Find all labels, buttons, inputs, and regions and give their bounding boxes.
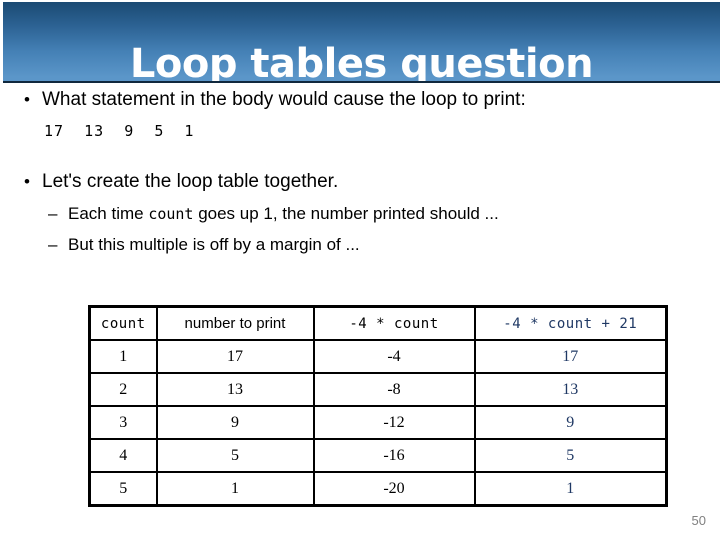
cell-print: 13 bbox=[155, 372, 315, 407]
column-header-count: count bbox=[88, 305, 158, 341]
page-number: 50 bbox=[691, 513, 706, 528]
bullet-create-table-text: Let's create the loop table together. bbox=[42, 171, 339, 192]
table-row: 5 1 -20 1 bbox=[88, 471, 668, 507]
cell-expr2: 17 bbox=[473, 339, 668, 374]
bullet-marker-icon: • bbox=[24, 90, 30, 109]
table-row: 4 5 -16 5 bbox=[88, 438, 668, 473]
cell-print: 9 bbox=[155, 405, 315, 440]
column-header-number-to-print: number to print bbox=[155, 305, 315, 341]
cell-print: 17 bbox=[155, 339, 315, 374]
cell-expr2: 1 bbox=[473, 471, 668, 507]
slide-body: • What statement in the body would cause… bbox=[0, 88, 720, 256]
cell-count: 5 bbox=[88, 471, 158, 507]
dash-marker-icon: – bbox=[48, 235, 58, 254]
table-row: 2 13 -8 13 bbox=[88, 372, 668, 407]
cell-expr: -8 bbox=[312, 372, 476, 407]
cell-count: 2 bbox=[88, 372, 158, 407]
bullet-marker-icon: • bbox=[24, 172, 30, 191]
loop-table: count number to print -4 * count -4 * co… bbox=[88, 305, 668, 507]
table-row: 3 9 -12 9 bbox=[88, 405, 668, 440]
sub-bullet-each-time-post: goes up 1, the number printed should ... bbox=[193, 204, 499, 223]
sub-bullet-each-time: – Each time count goes up 1, the number … bbox=[0, 202, 720, 226]
cell-count: 3 bbox=[88, 405, 158, 440]
cell-expr: -12 bbox=[312, 405, 476, 440]
cell-print: 5 bbox=[155, 438, 315, 473]
print-sequence-code: 17 13 9 5 1 bbox=[44, 122, 195, 140]
column-header-expr: -4 * count bbox=[312, 305, 476, 341]
cell-expr2: 5 bbox=[473, 438, 668, 473]
sub-bullet-each-time-pre: Each time bbox=[68, 204, 149, 223]
bullet-question-text: What statement in the body would cause t… bbox=[42, 89, 526, 110]
loop-table-container: count number to print -4 * count -4 * co… bbox=[88, 305, 668, 507]
cell-print: 1 bbox=[155, 471, 315, 507]
page-title: Loop tables question bbox=[129, 41, 594, 83]
inline-code-count: count bbox=[148, 205, 194, 223]
cell-expr2: 9 bbox=[473, 405, 668, 440]
sub-bullet-margin: – But this multiple is off by a margin o… bbox=[0, 233, 720, 256]
slide-title-banner: Loop tables question bbox=[3, 2, 720, 83]
cell-count: 4 bbox=[88, 438, 158, 473]
table-row: 1 17 -4 17 bbox=[88, 339, 668, 374]
sub-bullet-margin-text: But this multiple is off by a margin of … bbox=[68, 235, 360, 254]
cell-expr: -20 bbox=[312, 471, 476, 507]
bullet-question: • What statement in the body would cause… bbox=[0, 88, 720, 112]
bullet-create-table: • Let's create the loop table together. bbox=[0, 170, 720, 194]
cell-expr: -16 bbox=[312, 438, 476, 473]
table-body: 1 17 -4 17 2 13 -8 13 3 9 -12 9 4 5 -16 bbox=[88, 339, 668, 507]
cell-count: 1 bbox=[88, 339, 158, 374]
column-header-expr-plus-21: -4 * count + 21 bbox=[473, 305, 668, 341]
cell-expr: -4 bbox=[312, 339, 476, 374]
dash-marker-icon: – bbox=[48, 204, 58, 223]
cell-expr2: 13 bbox=[473, 372, 668, 407]
table-header-row: count number to print -4 * count -4 * co… bbox=[88, 305, 668, 341]
